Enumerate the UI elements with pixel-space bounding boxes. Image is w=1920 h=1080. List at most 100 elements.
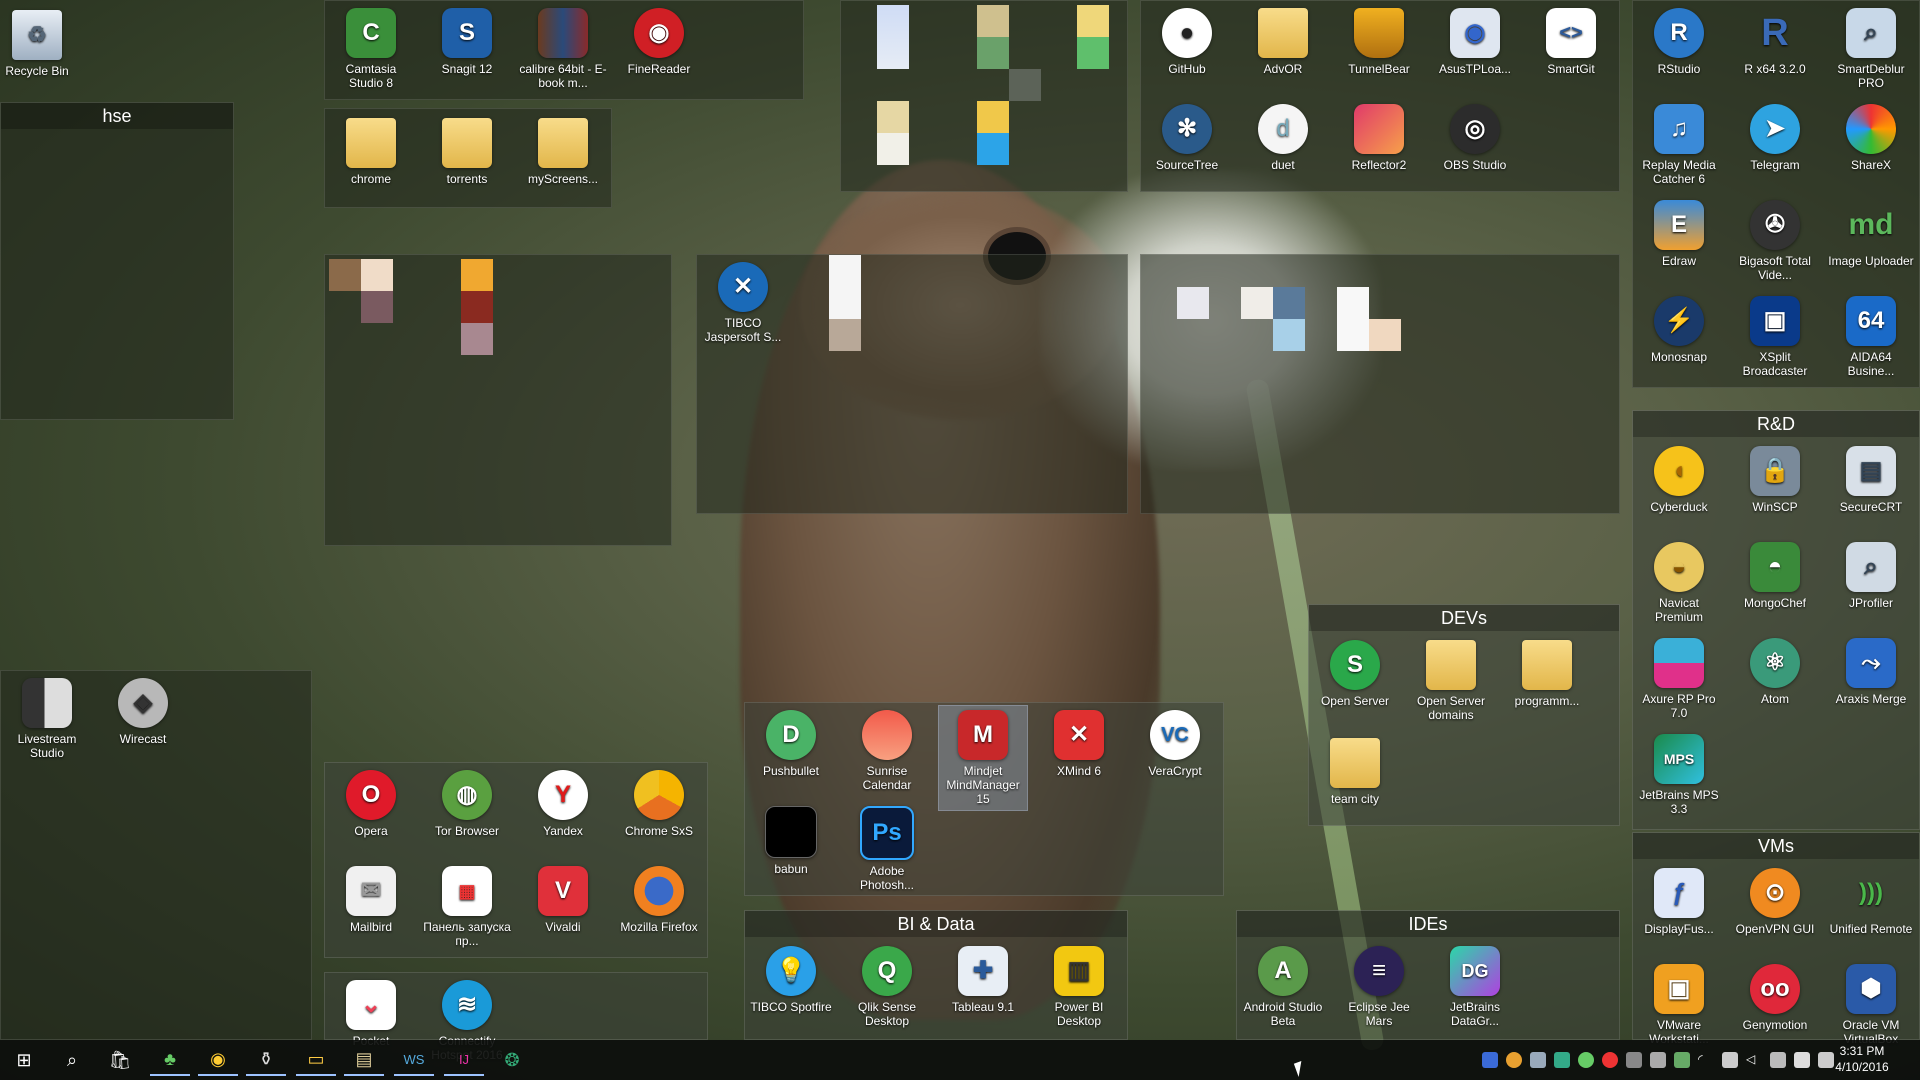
jprofiler-shortcut[interactable]: ⌕ JProfiler <box>1827 538 1915 610</box>
snagit-shortcut[interactable]: S Snagit 12 <box>423 4 511 76</box>
openserver-shortcut[interactable]: S Open Server <box>1311 636 1399 708</box>
tray-app-icon[interactable] <box>1482 1052 1498 1068</box>
volume-icon[interactable]: ◁ <box>1746 1052 1762 1068</box>
babun-shortcut[interactable]: babun <box>747 802 835 876</box>
start-windows-icon[interactable]: ⊞ <box>4 1044 44 1076</box>
battery-icon[interactable] <box>1722 1052 1738 1068</box>
opera-shortcut[interactable]: O Opera <box>327 766 415 838</box>
duet-shortcut[interactable]: d duet <box>1239 100 1327 172</box>
fence-pixelated-1[interactable] <box>840 0 1128 192</box>
fence-pixelated-2[interactable] <box>324 254 672 546</box>
sourcetree-shortcut[interactable]: ✻ SourceTree <box>1143 100 1231 172</box>
rstudio-shortcut[interactable]: R RStudio <box>1635 4 1723 76</box>
tunnelbear-shortcut[interactable]: TunnelBear <box>1335 4 1423 76</box>
search-icon[interactable]: ⌕ <box>52 1044 92 1076</box>
edraw-shortcut[interactable]: E Edraw <box>1635 196 1723 268</box>
taskbar-file-explorer-icon[interactable]: ▭ <box>296 1044 336 1076</box>
wifi-icon[interactable]: ◜ <box>1698 1052 1714 1068</box>
wirecast-shortcut[interactable]: ◈ Wirecast <box>99 674 187 746</box>
aida-shortcut[interactable]: 64 AIDA64 Busine... <box>1827 292 1915 378</box>
tray-app-icon[interactable] <box>1578 1052 1594 1068</box>
tableau-shortcut[interactable]: ✚ Tableau 9.1 <box>939 942 1027 1014</box>
araxis-shortcut[interactable]: ⤳ Araxis Merge <box>1827 634 1915 706</box>
winscp-shortcut[interactable]: 🔒 WinSCP <box>1731 442 1819 514</box>
github-shortcut[interactable]: ● GitHub <box>1143 4 1231 76</box>
virtualbox-shortcut[interactable]: ⬢ Oracle VM VirtualBox <box>1827 960 1915 1046</box>
vivaldi-shortcut[interactable]: V Vivaldi <box>519 862 607 934</box>
pocket-shortcut[interactable]: ⌄ Pocket <box>327 976 415 1048</box>
tray-app-icon[interactable] <box>1530 1052 1546 1068</box>
taskbar-webstorm-icon[interactable]: WS <box>394 1044 434 1076</box>
fence-pixelated-3[interactable] <box>1140 254 1620 514</box>
recycle-bin-icon[interactable]: ♻ Recycle Bin <box>0 6 74 78</box>
monosnap-shortcut[interactable]: ⚡ Monosnap <box>1635 292 1723 364</box>
replay-shortcut[interactable]: ♫ Replay Media Catcher 6 <box>1635 100 1723 186</box>
displayfusion-shortcut[interactable]: ƒ DisplayFus... <box>1635 864 1723 936</box>
smartgit-shortcut[interactable]: <> SmartGit <box>1527 4 1615 76</box>
notifications-icon[interactable] <box>1794 1052 1810 1068</box>
tray-app-icon[interactable] <box>1650 1052 1666 1068</box>
tray-app-icon[interactable] <box>1770 1052 1786 1068</box>
mongochef-shortcut[interactable]: ◓ MongoChef <box>1731 538 1819 610</box>
vmware-shortcut[interactable]: ▣ VMware Workstati... <box>1635 960 1723 1046</box>
asustploa-shortcut[interactable]: ◉ AsusTPLoa... <box>1431 4 1519 76</box>
store-bag-icon[interactable]: 🛍 <box>100 1044 140 1076</box>
mindjet-shortcut[interactable]: M Mindjet MindManager 15 <box>938 705 1028 811</box>
tray-app-icon[interactable] <box>1626 1052 1642 1068</box>
photoshop-shortcut[interactable]: Ps Adobe Photosh... <box>843 802 931 892</box>
pushbullet-shortcut[interactable]: D Pushbullet <box>747 706 835 778</box>
tray-app-icon[interactable] <box>1506 1052 1522 1068</box>
obs-shortcut[interactable]: ◎ OBS Studio <box>1431 100 1519 172</box>
myscreens-folder[interactable]: myScreens... <box>519 114 607 186</box>
camtasia-shortcut[interactable]: C Camtasia Studio 8 <box>327 4 415 90</box>
calibre-shortcut[interactable]: calibre 64bit - E-book m... <box>519 4 607 90</box>
tray-app-icon[interactable] <box>1602 1052 1618 1068</box>
xsplit-shortcut[interactable]: ▣ XSplit Broadcaster <box>1731 292 1819 378</box>
panel-shortcut[interactable]: ▦ Панель запуска пр... <box>423 862 511 948</box>
mailbird-shortcut[interactable]: ✉ Mailbird <box>327 862 415 934</box>
imageuploader-shortcut[interactable]: md Image Uploader <box>1827 196 1915 269</box>
programm-folder[interactable]: programm... <box>1503 636 1591 708</box>
powerbi-shortcut[interactable]: ▥ Power BI Desktop <box>1035 942 1123 1028</box>
cyberduck-shortcut[interactable]: ◖ Cyberduck <box>1635 442 1723 514</box>
livestream-shortcut[interactable]: Livestream Studio <box>3 674 91 760</box>
spotfire-shortcut[interactable]: 💡 TIBCO Spotfire <box>747 942 835 1014</box>
taskbar-clover-app-icon[interactable]: ♣ <box>150 1044 190 1076</box>
taskbar-chrome-icon[interactable]: ◉ <box>198 1044 238 1076</box>
finereader-shortcut[interactable]: ◉ FineReader <box>615 4 703 76</box>
tray-flag-icon[interactable] <box>1554 1052 1570 1068</box>
openvpn-shortcut[interactable]: ⊙ OpenVPN GUI <box>1731 864 1819 936</box>
telegram-shortcut[interactable]: ➤ Telegram <box>1731 100 1819 172</box>
fence-hse[interactable]: hse <box>0 102 234 420</box>
smartdeblur-shortcut[interactable]: ⌕ SmartDeblur PRO <box>1827 4 1915 90</box>
eclipse-shortcut[interactable]: ≡ Eclipse Jee Mars <box>1335 942 1423 1028</box>
datagrip-shortcut[interactable]: DG JetBrains DataGr... <box>1431 942 1519 1028</box>
chrome-folder[interactable]: chrome <box>327 114 415 186</box>
tray-app-icon[interactable] <box>1674 1052 1690 1068</box>
veracrypt-shortcut[interactable]: VC VeraCrypt <box>1131 706 1219 778</box>
yandex-shortcut[interactable]: Y Yandex <box>519 766 607 838</box>
navicat-shortcut[interactable]: ◒ Navicat Premium <box>1635 538 1723 624</box>
reflector-shortcut[interactable]: Reflector2 <box>1335 100 1423 172</box>
axure-shortcut[interactable]: Axure RP Pro 7.0 <box>1635 634 1723 720</box>
securecrt-shortcut[interactable]: ▤ SecureCRT <box>1827 442 1915 514</box>
firefox-shortcut[interactable]: Mozilla Firefox <box>615 862 703 934</box>
advor-shortcut[interactable]: AdvOR <box>1239 4 1327 76</box>
taskbar-document-app-icon[interactable]: ▤ <box>344 1044 384 1076</box>
tibco-jaspersoft-shortcut[interactable]: ✕ TIBCO Jaspersoft S... <box>699 258 787 344</box>
taskbar-web-globe-icon[interactable]: ❂ <box>492 1044 532 1076</box>
rx64-shortcut[interactable]: R R x64 3.2.0 <box>1731 4 1819 76</box>
taskbar-jug-app-icon[interactable]: ⚱ <box>246 1044 286 1076</box>
taskbar-intellij-icon[interactable]: IJ <box>444 1044 484 1076</box>
torrents-folder[interactable]: torrents <box>423 114 511 186</box>
sharex-shortcut[interactable]: ShareX <box>1827 100 1915 172</box>
tor-shortcut[interactable]: ◍ Tor Browser <box>423 766 511 838</box>
android-studio-shortcut[interactable]: A Android Studio Beta <box>1239 942 1327 1028</box>
qlik-shortcut[interactable]: Q Qlik Sense Desktop <box>843 942 931 1028</box>
chromesxs-shortcut[interactable]: Chrome SxS <box>615 766 703 838</box>
mps-shortcut[interactable]: MPS JetBrains MPS 3.3 <box>1635 730 1723 816</box>
sunrise-shortcut[interactable]: Sunrise Calendar <box>843 706 931 792</box>
osdomains-folder[interactable]: Open Server domains <box>1407 636 1495 722</box>
system-clock[interactable]: 3:31 PM 4/10/2016 <box>1822 1043 1902 1075</box>
genymotion-shortcut[interactable]: oo Genymotion <box>1731 960 1819 1032</box>
